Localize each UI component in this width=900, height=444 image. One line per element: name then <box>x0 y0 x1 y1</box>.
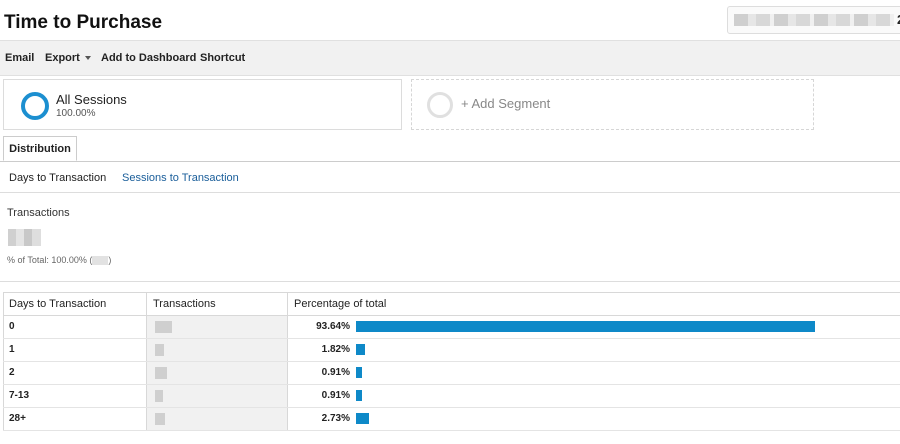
percentage-value: 0.91% <box>321 390 350 401</box>
percentage-value: 93.64% <box>316 321 350 332</box>
email-button[interactable]: Email <box>5 52 34 64</box>
days-cell: 28+ <box>3 408 146 430</box>
column-header-percentage[interactable]: Percentage of total <box>287 293 900 315</box>
table-row: 0 93.64% <box>3 316 900 339</box>
table-row: 7-13 0.91% <box>3 385 900 408</box>
transactions-value-redacted <box>155 390 163 402</box>
segment-ring-icon <box>21 92 49 120</box>
add-segment-button[interactable]: + Add Segment <box>411 79 814 130</box>
metric-label: Transactions <box>7 207 70 219</box>
tab-divider <box>0 161 900 162</box>
report-header: Time to Purchase 2 <box>0 0 900 40</box>
percentage-cell: 1.82% <box>287 339 900 361</box>
transactions-cell <box>146 385 287 407</box>
column-header-transactions[interactable]: Transactions <box>146 293 287 315</box>
days-cell: 0 <box>3 316 146 338</box>
export-label: Export <box>45 52 80 64</box>
date-range-picker[interactable]: 2 <box>727 6 900 34</box>
page-title: Time to Purchase <box>4 12 163 33</box>
percentage-value: 1.82% <box>321 344 350 355</box>
percentage-cell: 0.91% <box>287 362 900 384</box>
data-table: Days to Transaction Transactions Percent… <box>3 292 900 431</box>
percentage-bar <box>356 344 365 355</box>
date-range-redacted <box>734 14 894 26</box>
transactions-cell <box>146 408 287 430</box>
segment-name: All Sessions <box>56 92 127 107</box>
report-toolbar: Email Export Add to Dashboard Shortcut <box>0 40 900 76</box>
percentage-cell: 93.64% <box>287 316 900 338</box>
table-body: 0 93.64% 1 1.82% 2 0.91% 7-13 0.91% 28+ 2.73% <box>3 316 900 431</box>
empty-segment-ring-icon <box>427 92 453 118</box>
divider <box>0 281 900 282</box>
transactions-value-redacted <box>155 344 164 356</box>
metric-value-redacted <box>8 229 41 246</box>
column-header-days[interactable]: Days to Transaction <box>3 293 146 315</box>
transactions-value-redacted <box>155 321 172 333</box>
percentage-value: 0.91% <box>321 367 350 378</box>
transactions-cell <box>146 362 287 384</box>
table-row: 2 0.91% <box>3 362 900 385</box>
table-row: 28+ 2.73% <box>3 408 900 431</box>
metric-total-redacted <box>92 256 109 266</box>
days-cell: 2 <box>3 362 146 384</box>
table-header-row: Days to Transaction Transactions Percent… <box>3 292 900 316</box>
transactions-cell <box>146 316 287 338</box>
days-cell: 1 <box>3 339 146 361</box>
percentage-bar <box>356 413 369 424</box>
transactions-cell <box>146 339 287 361</box>
transactions-value-redacted <box>155 413 165 425</box>
chevron-down-icon <box>84 56 91 61</box>
metric-total-prefix: % of Total: 100.00% ( <box>7 255 93 265</box>
export-button[interactable]: Export <box>45 52 91 64</box>
percentage-cell: 0.91% <box>287 385 900 407</box>
percentage-bar <box>356 321 815 332</box>
days-cell: 7-13 <box>3 385 146 407</box>
tab-distribution[interactable]: Distribution <box>3 136 77 161</box>
table-row: 1 1.82% <box>3 339 900 362</box>
subnav-days-to-transaction: Days to Transaction <box>9 172 107 184</box>
segment-all-sessions[interactable]: All Sessions 100.00% <box>3 79 402 130</box>
transactions-value-redacted <box>155 367 167 379</box>
add-to-dashboard-button[interactable]: Add to Dashboard <box>101 52 196 64</box>
segment-percent: 100.00% <box>56 108 96 119</box>
metric-total-suffix: ) <box>108 255 112 265</box>
shortcut-button[interactable]: Shortcut <box>200 52 245 64</box>
percentage-bar <box>356 367 362 378</box>
subnav-sessions-to-transaction[interactable]: Sessions to Transaction <box>122 172 239 184</box>
divider <box>0 192 900 193</box>
add-segment-label: + Add Segment <box>461 96 551 111</box>
percentage-value: 2.73% <box>321 413 350 424</box>
percentage-bar <box>356 390 362 401</box>
metric-total: % of Total: 100.00% () <box>7 255 112 266</box>
percentage-cell: 2.73% <box>287 408 900 430</box>
